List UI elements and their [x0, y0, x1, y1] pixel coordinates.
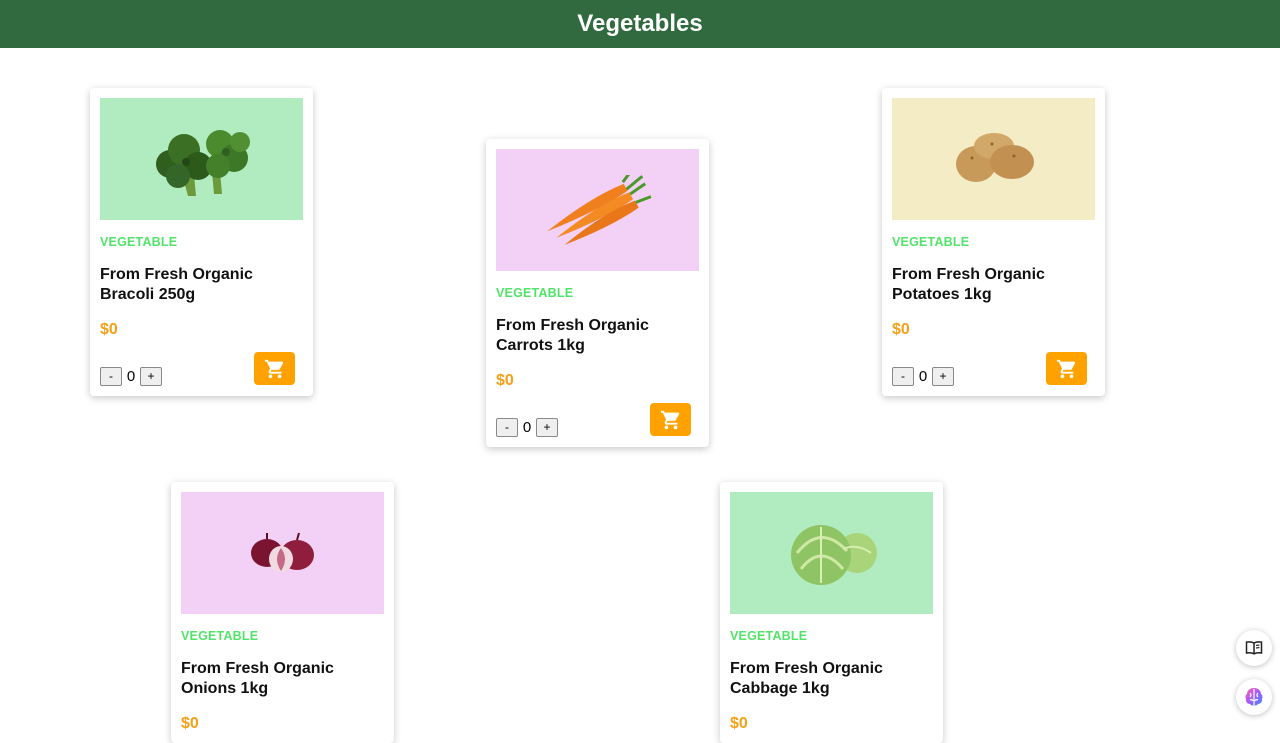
quantity-value: 0 [522, 419, 532, 436]
product-card-carrots: VEGETABLE From Fresh Organic Carrots 1kg… [486, 139, 709, 447]
potatoes-image [955, 133, 1034, 182]
product-category: VEGETABLE [181, 629, 259, 643]
onions-image [250, 532, 314, 572]
add-to-cart-button[interactable] [650, 403, 691, 436]
product-price: $0 [496, 372, 514, 389]
product-image [181, 492, 384, 614]
increase-button[interactable]: + [140, 367, 162, 386]
cabbage-image [790, 525, 877, 585]
product-price: $0 [892, 321, 910, 338]
product-image [496, 149, 699, 271]
increase-button[interactable]: + [932, 367, 954, 386]
carrots-image [546, 175, 651, 245]
product-card-broccoli: VEGETABLE From Fresh Organic Bracoli 250… [90, 88, 313, 396]
book-open-icon [1245, 641, 1263, 655]
broccoli-image [155, 130, 250, 196]
product-actions: - 0 + [892, 352, 1095, 386]
cart-icon [1056, 359, 1075, 378]
product-actions: - 0 + [496, 403, 699, 437]
product-category: VEGETABLE [496, 286, 574, 300]
assistant-button[interactable] [1236, 679, 1272, 715]
product-actions: - 0 + [100, 352, 303, 386]
decrease-button[interactable]: - [496, 418, 518, 437]
product-price: $0 [181, 715, 199, 732]
product-category: VEGETABLE [100, 235, 178, 249]
product-title: From Fresh Organic Bracoli 250g [100, 266, 253, 303]
quantity-stepper: - 0 + [892, 367, 954, 386]
product-card-potatoes: VEGETABLE From Fresh Organic Potatoes 1k… [882, 88, 1105, 396]
product-price: $0 [730, 715, 748, 732]
add-to-cart-button[interactable] [254, 352, 295, 385]
product-card-cabbage: VEGETABLE From Fresh Organic Cabbage 1kg… [720, 482, 943, 743]
decrease-button[interactable]: - [100, 367, 122, 386]
brain-icon [1245, 688, 1263, 706]
add-to-cart-button[interactable] [1046, 352, 1087, 385]
reader-mode-button[interactable] [1236, 630, 1272, 666]
product-category: VEGETABLE [892, 235, 970, 249]
product-title: From Fresh Organic Onions 1kg [181, 660, 334, 697]
product-category: VEGETABLE [730, 629, 808, 643]
cart-icon [264, 359, 283, 378]
product-card-onions: VEGETABLE From Fresh Organic Onions 1kg … [171, 482, 394, 743]
cart-icon [660, 410, 679, 429]
product-image [730, 492, 933, 614]
product-image [100, 98, 303, 220]
product-price: $0 [100, 321, 118, 338]
product-title: From Fresh Organic Potatoes 1kg [892, 266, 1045, 303]
increase-button[interactable]: + [536, 418, 558, 437]
product-title: From Fresh Organic Cabbage 1kg [730, 660, 883, 697]
quantity-stepper: - 0 + [496, 418, 558, 437]
quantity-value: 0 [126, 368, 136, 385]
page-title: Vegetables [577, 10, 703, 37]
product-title: From Fresh Organic Carrots 1kg [496, 317, 649, 354]
product-image [892, 98, 1095, 220]
page-header: Vegetables [0, 0, 1280, 48]
decrease-button[interactable]: - [892, 367, 914, 386]
quantity-value: 0 [918, 368, 928, 385]
quantity-stepper: - 0 + [100, 367, 162, 386]
